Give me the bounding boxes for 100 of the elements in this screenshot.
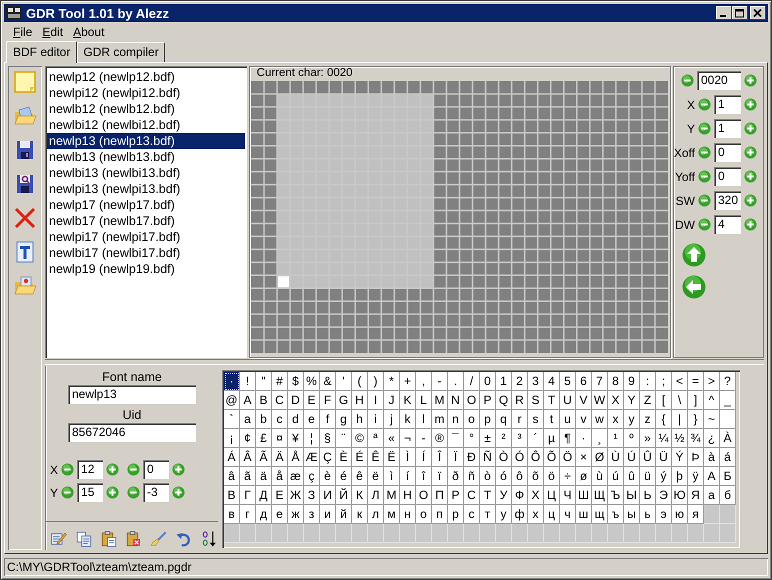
minus-button[interactable]: [127, 486, 140, 499]
char-cell[interactable]: *: [384, 372, 400, 391]
char-cell[interactable]: Я: [688, 486, 704, 505]
plus-button[interactable]: [172, 463, 186, 476]
char-cell[interactable]: Ü: [656, 448, 672, 467]
char-cell[interactable]: î: [416, 467, 432, 486]
font-list-item[interactable]: newlp17 (newlp17.bdf): [47, 197, 245, 213]
char-cell[interactable]: .: [448, 372, 464, 391]
minus-button[interactable]: [698, 170, 711, 183]
char-cell[interactable]: W: [592, 391, 608, 410]
char-cell[interactable]: ¹: [608, 429, 624, 448]
char-cell[interactable]: з: [304, 505, 320, 524]
char-cell[interactable]: ®: [432, 429, 448, 448]
char-cell[interactable]: I: [368, 391, 384, 410]
char-cell[interactable]: (: [352, 372, 368, 391]
edit-icon[interactable]: [50, 530, 68, 548]
char-cell[interactable]: \: [672, 391, 688, 410]
char-cell[interactable]: q: [496, 410, 512, 429]
char-cell[interactable]: ¾: [688, 429, 704, 448]
copy-icon[interactable]: [75, 530, 93, 548]
char-cell[interactable]: §: [320, 429, 336, 448]
minus-button[interactable]: [61, 463, 74, 476]
plus-button[interactable]: [744, 74, 757, 87]
char-cell[interactable]: ó: [496, 467, 512, 486]
tab[interactable]: GDR compiler: [77, 42, 165, 62]
char-cell[interactable]: Ô: [528, 448, 544, 467]
char-cell[interactable]: ñ: [464, 467, 480, 486]
char-cell[interactable]: А: [704, 467, 720, 486]
char-cell[interactable]: Ф: [512, 486, 528, 505]
maximize-button[interactable]: [732, 6, 748, 20]
char-cell[interactable]: ¿: [704, 429, 720, 448]
char-cell[interactable]: Ч: [560, 486, 576, 505]
char-cell[interactable]: ·: [224, 372, 240, 391]
char-cell[interactable]: 6: [576, 372, 592, 391]
char-cell[interactable]: é: [336, 467, 352, 486]
char-cell[interactable]: K: [400, 391, 416, 410]
char-cell[interactable]: U: [560, 391, 576, 410]
char-cell[interactable]: å: [272, 467, 288, 486]
char-cell[interactable]: «: [384, 429, 400, 448]
char-cell[interactable]: Ë: [384, 448, 400, 467]
char-cell[interactable]: u: [560, 410, 576, 429]
char-cell[interactable]: Ö: [560, 448, 576, 467]
char-cell[interactable]: Z: [640, 391, 656, 410]
char-cell[interactable]: ü: [640, 467, 656, 486]
char-cell[interactable]: Ù: [608, 448, 624, 467]
char-cell[interactable]: ¶: [560, 429, 576, 448]
char-cell[interactable]: д: [256, 505, 272, 524]
char-cell[interactable]: Р: [448, 486, 464, 505]
char-cell[interactable]: x: [608, 410, 624, 429]
char-cell[interactable]: О: [416, 486, 432, 505]
char-cell[interactable]: В: [224, 486, 240, 505]
char-cell[interactable]: F: [320, 391, 336, 410]
char-cell[interactable]: e: [304, 410, 320, 429]
char-cell[interactable]: v: [576, 410, 592, 429]
char-cell[interactable]: m: [432, 410, 448, 429]
char-cell[interactable]: ½: [672, 429, 688, 448]
menu-item[interactable]: File: [8, 25, 38, 39]
char-cell[interactable]: ø: [576, 467, 592, 486]
char-cell[interactable]: ): [368, 372, 384, 391]
char-cell[interactable]: о: [416, 505, 432, 524]
char-cell[interactable]: &: [320, 372, 336, 391]
char-cell[interactable]: Ý: [672, 448, 688, 467]
char-cell[interactable]: $: [288, 372, 304, 391]
char-cell[interactable]: f: [320, 410, 336, 429]
plus-button[interactable]: [106, 486, 120, 499]
char-cell[interactable]: G: [336, 391, 352, 410]
char-cell[interactable]: Ь: [640, 486, 656, 505]
font-list-item[interactable]: newlp12 (newlp12.bdf): [47, 69, 245, 85]
up-arrow-button[interactable]: [682, 243, 706, 267]
char-cell[interactable]: C: [272, 391, 288, 410]
char-cell[interactable]: L: [416, 391, 432, 410]
char-cell[interactable]: К: [352, 486, 368, 505]
char-cell[interactable]: ;: [656, 372, 672, 391]
char-cell[interactable]: â: [224, 467, 240, 486]
char-cell[interactable]: Å: [288, 448, 304, 467]
char-cell[interactable]: ê: [352, 467, 368, 486]
char-cell[interactable]: P: [480, 391, 496, 410]
char-cell[interactable]: ": [256, 372, 272, 391]
char-cell[interactable]: ·: [576, 429, 592, 448]
char-cell[interactable]: С: [464, 486, 480, 505]
char-cell[interactable]: ÷: [560, 467, 576, 486]
char-cell[interactable]: и: [320, 505, 336, 524]
char-cell[interactable]: 1: [496, 372, 512, 391]
char-cell[interactable]: t: [544, 410, 560, 429]
char-cell[interactable]: х: [528, 505, 544, 524]
menu-item[interactable]: About: [68, 25, 110, 39]
char-cell[interactable]: У: [496, 486, 512, 505]
char-cell[interactable]: a: [240, 410, 256, 429]
char-cell[interactable]: Æ: [304, 448, 320, 467]
minus-button[interactable]: [698, 98, 711, 111]
char-cell[interactable]: ц: [544, 505, 560, 524]
font-list-item[interactable]: newlpi17 (newlpi17.bdf): [47, 229, 245, 245]
char-cell[interactable]: ы: [624, 505, 640, 524]
char-cell[interactable]: Ñ: [480, 448, 496, 467]
char-cell[interactable]: o: [464, 410, 480, 429]
char-cell[interactable]: 2: [512, 372, 528, 391]
char-cell[interactable]: ¯: [448, 429, 464, 448]
char-cell[interactable]: Ê: [368, 448, 384, 467]
plus-button[interactable]: [744, 122, 757, 135]
font-list-item[interactable]: newlp19 (newlp19.bdf): [47, 261, 245, 277]
